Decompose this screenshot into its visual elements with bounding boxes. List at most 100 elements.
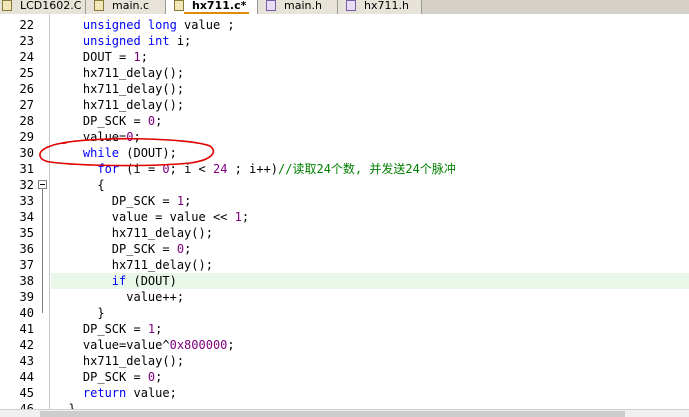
token-text: } bbox=[54, 306, 105, 320]
code-line[interactable]: 24 DOUT = 1; bbox=[0, 49, 689, 65]
token-text: (i = bbox=[119, 162, 163, 176]
tab-main-h[interactable]: main.h bbox=[258, 0, 338, 14]
token-text: ; bbox=[227, 338, 235, 352]
token-num: 0 bbox=[176, 242, 185, 256]
code-text: while (DOUT); bbox=[51, 145, 689, 161]
tab-main-c[interactable]: main.c bbox=[86, 0, 166, 14]
code-line[interactable]: 34 value = value << 1; bbox=[0, 209, 689, 225]
line-number: 39 bbox=[19, 290, 34, 304]
code-text: value=0; bbox=[51, 129, 689, 145]
code-editor[interactable]: 22 unsigned long value ; 23 unsigned int … bbox=[0, 14, 689, 416]
token-text: hx711_delay(); bbox=[54, 66, 185, 80]
tab-hx711-h[interactable]: hx711.h bbox=[338, 0, 422, 14]
code-line[interactable]: 38 if (DOUT) bbox=[0, 273, 689, 289]
code-text: value = value << 1; bbox=[51, 209, 689, 225]
code-line[interactable]: 43 hx711_delay(); bbox=[0, 353, 689, 369]
code-line[interactable]: 31 for (i = 0; i < 24 ; i++)//读取24个数, 并发… bbox=[0, 161, 689, 177]
token-text: ; i < bbox=[169, 162, 213, 176]
tab-lcd1602-c[interactable]: LCD1602.C bbox=[0, 0, 86, 14]
token-text: ; bbox=[184, 194, 192, 208]
token-text: value ; bbox=[176, 18, 235, 32]
token-num: 0 bbox=[162, 162, 170, 176]
line-number: 32 bbox=[19, 178, 34, 192]
code-line[interactable]: 40 } bbox=[0, 305, 689, 321]
token-text: ; bbox=[155, 322, 163, 336]
line-number: 44 bbox=[19, 370, 34, 384]
token-text: value; bbox=[126, 386, 177, 400]
token-text: ; i++) bbox=[227, 162, 279, 176]
line-number: 38 bbox=[19, 274, 34, 288]
token-text: (DOUT) bbox=[126, 274, 177, 288]
line-number: 31 bbox=[19, 162, 34, 176]
code-line[interactable]: 26 hx711_delay(); bbox=[0, 81, 689, 97]
scrollbar-thumb[interactable] bbox=[40, 411, 625, 417]
token-text: DP_SCK = bbox=[54, 194, 177, 208]
code-line[interactable]: 35 hx711_delay(); bbox=[0, 225, 689, 241]
code-line[interactable]: 36 DP_SCK = 0; bbox=[0, 241, 689, 257]
line-number: 45 bbox=[19, 386, 34, 400]
token-text: i; bbox=[169, 34, 192, 48]
code-line[interactable]: 45 return value; bbox=[0, 385, 689, 401]
code-text: DP_SCK = 0; bbox=[51, 241, 689, 257]
line-number: 37 bbox=[19, 258, 34, 272]
code-line[interactable]: 23 unsigned int i; bbox=[0, 33, 689, 49]
code-text: if (DOUT) bbox=[51, 273, 689, 289]
c-file-icon bbox=[2, 0, 12, 11]
code-text: { bbox=[51, 177, 689, 193]
code-line[interactable]: 30 while (DOUT); bbox=[0, 145, 689, 161]
code-text: unsigned long value ; bbox=[51, 17, 689, 33]
code-line[interactable]: 28 DP_SCK = 0; bbox=[0, 113, 689, 129]
token-kw: while bbox=[82, 146, 120, 160]
code-line[interactable]: 42 value=value^0x800000; bbox=[0, 337, 689, 353]
code-line[interactable]: 22 unsigned long value ; bbox=[0, 17, 689, 33]
line-number: 34 bbox=[19, 210, 34, 224]
line-number: 36 bbox=[19, 242, 34, 256]
line-number: 33 bbox=[19, 194, 34, 208]
line-number: 27 bbox=[19, 98, 34, 112]
token-kw: for bbox=[97, 162, 120, 176]
code-line[interactable]: 41 DP_SCK = 1; bbox=[0, 321, 689, 337]
code-line[interactable]: 44 DP_SCK = 0; bbox=[0, 369, 689, 385]
line-number: 43 bbox=[19, 354, 34, 368]
code-text: DP_SCK = 1; bbox=[51, 321, 689, 337]
code-line[interactable]: 33 DP_SCK = 1; bbox=[0, 193, 689, 209]
line-number: 23 bbox=[19, 34, 34, 48]
token-text: DP_SCK = bbox=[54, 114, 148, 128]
token-text: (DOUT); bbox=[119, 146, 177, 160]
c-file-icon bbox=[94, 0, 104, 11]
line-number: 29 bbox=[19, 130, 34, 144]
code-line[interactable]: 25 hx711_delay(); bbox=[0, 65, 689, 81]
tab-label: hx711.c* bbox=[192, 0, 247, 12]
code-text: DP_SCK = 0; bbox=[51, 369, 689, 385]
tab-label: main.h bbox=[284, 0, 322, 12]
fold-collapse-icon[interactable] bbox=[38, 180, 47, 189]
token-num: 1 bbox=[133, 50, 141, 64]
code-line[interactable]: 29 value=0; bbox=[0, 129, 689, 145]
token-kw: unsigned long bbox=[82, 18, 177, 32]
token-text: ; bbox=[133, 130, 141, 144]
horizontal-scrollbar[interactable] bbox=[0, 409, 689, 417]
token-text: DOUT = bbox=[54, 50, 134, 64]
token-cmt: //读取24个数, 并发送24个脉冲 bbox=[278, 162, 456, 176]
h-file-icon bbox=[346, 0, 356, 11]
code-line[interactable]: 32 { bbox=[0, 177, 689, 193]
code-text: hx711_delay(); bbox=[51, 225, 689, 241]
line-number: 28 bbox=[19, 114, 34, 128]
code-text: DOUT = 1; bbox=[51, 49, 689, 65]
code-text: hx711_delay(); bbox=[51, 81, 689, 97]
fold-guide-line bbox=[42, 189, 43, 313]
code-line[interactable]: 37 hx711_delay(); bbox=[0, 257, 689, 273]
code-line[interactable]: 27 hx711_delay(); bbox=[0, 97, 689, 113]
token-kw: return bbox=[82, 386, 127, 400]
code-text: return value; bbox=[51, 385, 689, 401]
code-text: hx711_delay(); bbox=[51, 353, 689, 369]
token-text: hx711_delay(); bbox=[54, 226, 213, 240]
token-text: ; bbox=[155, 114, 163, 128]
token-text: DP_SCK = bbox=[54, 322, 148, 336]
code-text: hx711_delay(); bbox=[51, 257, 689, 273]
code-line[interactable]: 39 value++; bbox=[0, 289, 689, 305]
code-text: DP_SCK = 0; bbox=[51, 113, 689, 129]
tab-hx711-c[interactable]: hx711.c* bbox=[166, 0, 258, 14]
token-text: hx711_delay(); bbox=[54, 82, 185, 96]
code-text: hx711_delay(); bbox=[51, 65, 689, 81]
